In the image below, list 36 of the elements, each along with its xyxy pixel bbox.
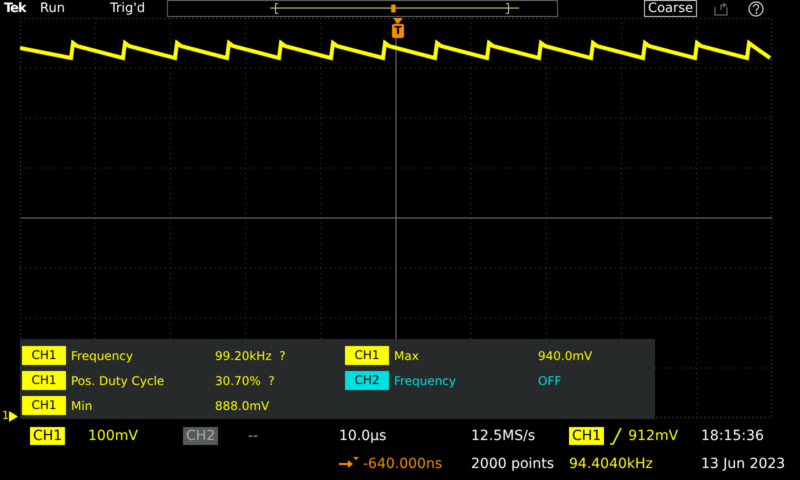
brand-logo: Tek bbox=[4, 0, 28, 18]
run-state: Run bbox=[40, 0, 66, 18]
trigger-arrow-icon bbox=[393, 18, 403, 24]
source-badge: CH1 bbox=[22, 371, 66, 390]
measurement-value: 99.20kHz ? bbox=[215, 348, 287, 364]
measurement-label: Frequency bbox=[71, 348, 134, 364]
measurement-value: 30.70% ? bbox=[215, 372, 276, 390]
record-length: 2000 points bbox=[471, 454, 554, 474]
clock-date: 13 Jun 2023 bbox=[701, 454, 786, 474]
measurement-label: Pos. Duty Cycle bbox=[71, 372, 166, 390]
rising-edge-icon bbox=[610, 427, 622, 445]
measurement-value: 888.0mV bbox=[215, 398, 270, 414]
horizontal-position: -640.000ns bbox=[363, 454, 442, 474]
clock-time: 18:15:36 bbox=[701, 426, 764, 446]
horizontal-scale: 10.0µs bbox=[339, 426, 386, 446]
trigger-level: 912mV bbox=[628, 426, 678, 446]
source-badge: CH1 bbox=[345, 346, 389, 365]
channel-scale: -- bbox=[248, 426, 258, 446]
measurement-label: Max bbox=[394, 348, 420, 364]
measurement-label: Frequency bbox=[394, 372, 457, 390]
channel-badge[interactable]: CH1 bbox=[30, 427, 66, 445]
measurement-label: Min bbox=[71, 398, 94, 414]
channel-scale: 100mV bbox=[88, 426, 138, 446]
trigger-state: Trig'd bbox=[110, 0, 146, 18]
source-badge: CH2 bbox=[345, 371, 389, 390]
sample-rate: 12.5MS/s bbox=[471, 426, 536, 446]
source-badge: CH1 bbox=[22, 346, 66, 365]
export-icon[interactable] bbox=[714, 2, 728, 16]
source-badge: CH1 bbox=[22, 396, 66, 415]
trigger-source-badge: CH1 bbox=[569, 427, 604, 445]
trigger-frequency: 94.4040kHz bbox=[569, 454, 653, 474]
measurement-value: 940.0mV bbox=[538, 348, 594, 364]
position-arrow-icon bbox=[339, 457, 359, 471]
help-icon[interactable] bbox=[748, 1, 764, 17]
measurement-value: OFF bbox=[538, 372, 562, 390]
coarse-button[interactable]: Coarse bbox=[644, 0, 698, 17]
